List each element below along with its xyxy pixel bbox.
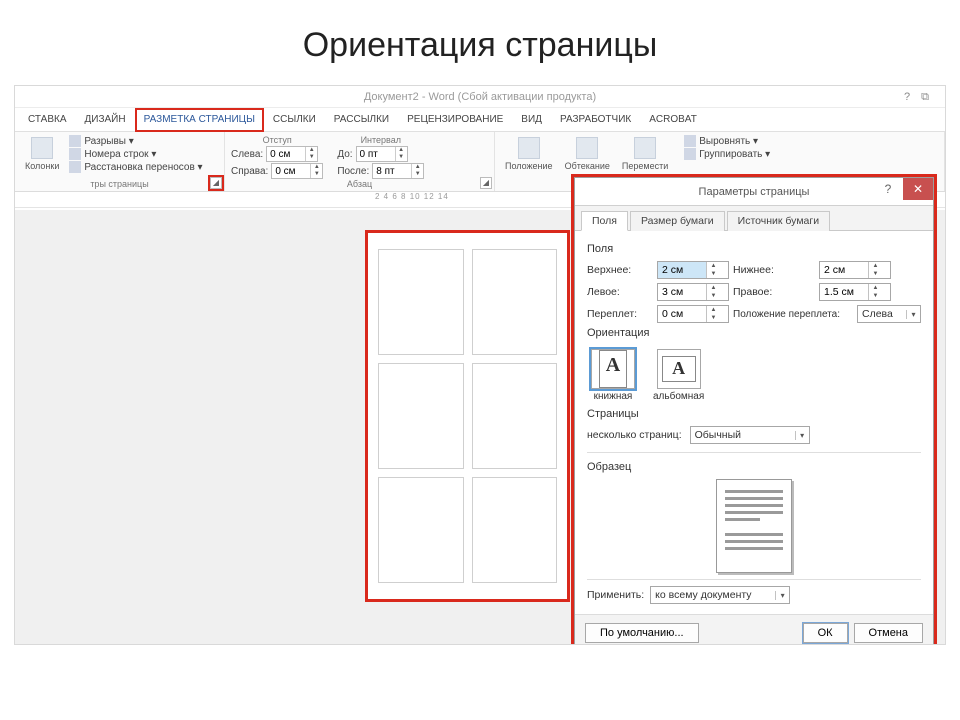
align-icon [684, 135, 696, 147]
landscape-icon [657, 349, 701, 389]
group-icon [684, 148, 696, 160]
default-button[interactable]: По умолчанию... [585, 623, 699, 643]
right-margin-label: Правое: [733, 286, 815, 298]
landscape-label: альбомная [653, 391, 704, 402]
left-margin-input[interactable]: ▲▼ [657, 283, 729, 301]
gutter-input[interactable]: ▲▼ [657, 305, 729, 323]
columns-label: Колонки [25, 161, 59, 171]
window-titlebar: Документ2 - Word (Сбой активации продукт… [15, 86, 945, 108]
apply-to-label: Применить: [587, 589, 644, 601]
dialog-footer: По умолчанию... ОК Отмена [575, 614, 933, 645]
ok-button[interactable]: ОК [803, 623, 848, 643]
page-thumb[interactable] [472, 249, 558, 355]
dialog-tab-margins[interactable]: Поля [581, 211, 628, 231]
tab-insert[interactable]: СТАВКА [19, 108, 76, 132]
page-setup-dialog-highlight: Параметры страницы ? ✕ Поля Размер бумаг… [571, 174, 937, 645]
indent-heading: Отступ [231, 135, 323, 145]
sample-preview [716, 479, 792, 573]
page-thumb[interactable] [378, 249, 464, 355]
tab-design[interactable]: ДИЗАЙН [76, 108, 135, 132]
dialog-tabs: Поля Размер бумаги Источник бумаги [575, 206, 933, 231]
ribbon-tabs: СТАВКА ДИЗАЙН РАЗМЕТКА СТРАНИЦЫ ССЫЛКИ Р… [15, 108, 945, 132]
tab-mailings[interactable]: РАССЫЛКИ [325, 108, 398, 132]
multipage-combo[interactable]: Обычный▾ [690, 426, 810, 444]
tab-developer[interactable]: РАЗРАБОТЧИК [551, 108, 640, 132]
group-menu[interactable]: Группировать ▾ [684, 148, 770, 160]
breaks-menu[interactable]: Разрывы ▾ [69, 135, 202, 147]
window-title: Документ2 - Word (Сбой активации продукт… [364, 91, 596, 103]
page-thumb[interactable] [378, 477, 464, 583]
dialog-body: Поля Верхнее: ▲▼ Нижнее: ▲▼ Левое: ▲▼ Пр… [575, 231, 933, 614]
dialog-help-button[interactable]: ? [873, 178, 903, 200]
group-label-page-setup: тры страницы [21, 179, 218, 191]
tab-page-layout[interactable]: РАЗМЕТКА СТРАНИЦЫ [135, 108, 264, 132]
indent-right-input[interactable]: ▲▼ [271, 163, 323, 179]
ribbon-group-page-setup: Колонки Разрывы ▾ Номера строк ▾ Расстан… [15, 132, 225, 191]
page-thumbnails [365, 230, 570, 602]
forward-icon [634, 137, 656, 159]
dialog-tab-source[interactable]: Источник бумаги [727, 211, 830, 231]
columns-icon [31, 137, 53, 159]
position-button[interactable]: Положение [501, 135, 557, 183]
tab-acrobat[interactable]: ACROBAT [640, 108, 706, 132]
right-margin-input[interactable]: ▲▼ [819, 283, 891, 301]
section-pages: Страницы [587, 408, 921, 420]
section-margins: Поля [587, 243, 921, 255]
bottom-margin-label: Нижнее: [733, 264, 815, 276]
group-label-paragraph: Абзац [231, 179, 488, 191]
ribbon-group-paragraph: Отступ Слева: ▲▼ Справа: ▲▼ Интервал До:… [225, 132, 495, 191]
columns-button[interactable]: Колонки [21, 135, 63, 173]
spacing-before-label: До: [337, 149, 352, 160]
position-icon [518, 137, 540, 159]
dialog-tab-paper[interactable]: Размер бумаги [630, 211, 725, 231]
page-setup-launcher[interactable]: ◢ [210, 177, 222, 189]
paragraph-launcher[interactable]: ◢ [480, 177, 492, 189]
dialog-title: Параметры страницы [699, 186, 810, 198]
top-margin-input[interactable]: ▲▼ [657, 261, 729, 279]
top-margin-label: Верхнее: [587, 264, 653, 276]
section-orientation: Ориентация [587, 327, 921, 339]
portrait-label: книжная [594, 391, 633, 402]
indent-left-label: Слева: [231, 149, 263, 160]
spacing-before-input[interactable]: ▲▼ [356, 146, 408, 162]
spacing-heading: Интервал [337, 135, 424, 145]
left-margin-label: Левое: [587, 286, 653, 298]
spacing-after-input[interactable]: ▲▼ [372, 163, 424, 179]
indent-left-input[interactable]: ▲▼ [266, 146, 318, 162]
indent-right-label: Справа: [231, 166, 268, 177]
tab-review[interactable]: РЕЦЕНЗИРОВАНИЕ [398, 108, 512, 132]
page-thumb[interactable] [472, 477, 558, 583]
multipage-label: несколько страниц: [587, 429, 682, 441]
bottom-margin-input[interactable]: ▲▼ [819, 261, 891, 279]
page-thumb[interactable] [472, 363, 558, 469]
word-app-window: Документ2 - Word (Сбой активации продукт… [14, 85, 946, 645]
section-sample: Образец [587, 461, 921, 473]
slide-title: Ориентация страницы [0, 0, 960, 85]
wrap-icon [576, 137, 598, 159]
page-thumb[interactable] [378, 363, 464, 469]
tab-references[interactable]: ССЫЛКИ [264, 108, 325, 132]
portrait-icon [591, 349, 635, 389]
cancel-button[interactable]: Отмена [854, 623, 923, 643]
gutter-label: Переплет: [587, 308, 653, 320]
dialog-titlebar: Параметры страницы ? ✕ [575, 178, 933, 206]
window-help-icons[interactable]: ? ⧉ [904, 86, 933, 108]
line-numbers-icon [69, 148, 81, 160]
orientation-portrait[interactable]: книжная [591, 349, 635, 402]
gutter-pos-combo[interactable]: Слева▾ [857, 305, 921, 323]
page-setup-dialog: Параметры страницы ? ✕ Поля Размер бумаг… [574, 177, 934, 645]
hyphenation-icon [69, 161, 81, 173]
dialog-close-button[interactable]: ✕ [903, 178, 933, 200]
gutter-pos-label: Положение переплета: [733, 309, 853, 320]
hyphenation-menu[interactable]: Расстановка переносов ▾ [69, 161, 202, 173]
orientation-landscape[interactable]: альбомная [653, 349, 704, 402]
line-numbers-menu[interactable]: Номера строк ▾ [69, 148, 202, 160]
tab-view[interactable]: ВИД [512, 108, 551, 132]
spacing-after-label: После: [337, 166, 369, 177]
apply-to-combo[interactable]: ко всему документу▾ [650, 586, 790, 604]
align-menu[interactable]: Выровнять ▾ [684, 135, 770, 147]
breaks-icon [69, 135, 81, 147]
